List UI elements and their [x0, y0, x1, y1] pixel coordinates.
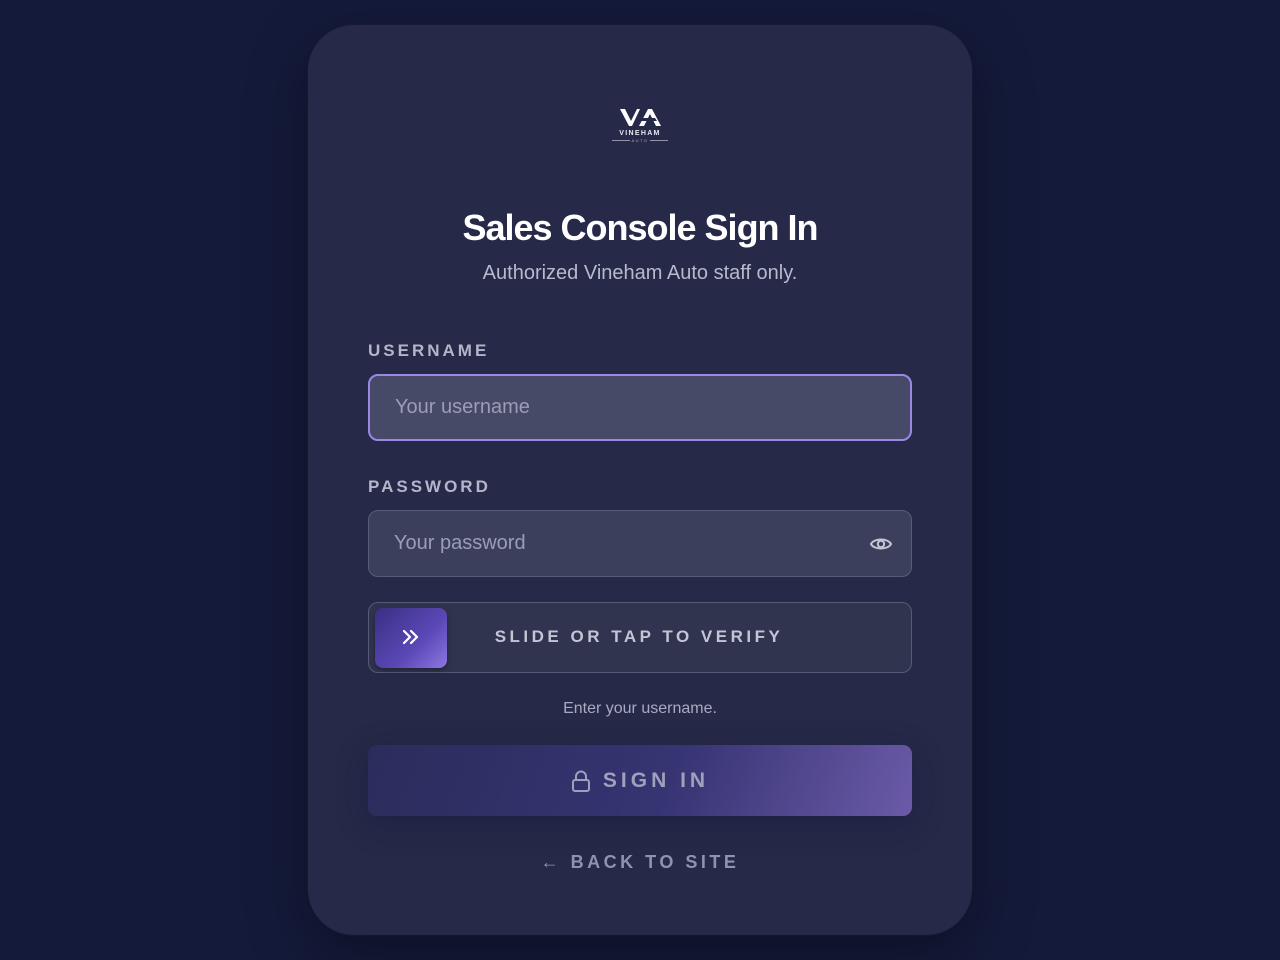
brand-logo: VINEHAM AUTO — [610, 107, 670, 147]
form-hint: Enter your username. — [563, 700, 717, 717]
sign-in-label: SIGN IN — [602, 768, 710, 792]
username-label: USERNAME — [368, 341, 490, 360]
back-to-site-link[interactable]: ← BACK TO SITE — [308, 852, 972, 873]
logo-wordmark: VINEHAM — [619, 130, 661, 137]
page-subtitle: Authorized Vineham Auto staff only. — [482, 262, 798, 284]
eye-icon[interactable] — [869, 533, 893, 555]
verify-slider[interactable]: SLIDE OR TAP TO VERIFY — [368, 602, 912, 673]
password-label: PASSWORD — [368, 477, 491, 496]
page: VINEHAM AUTO Sales Console Sign In Autho… — [0, 0, 1280, 960]
sign-in-button-content: SIGN IN — [368, 745, 912, 816]
login-card: VINEHAM AUTO Sales Console Sign In Autho… — [308, 25, 972, 935]
logo-divider-right — [650, 140, 668, 141]
lock-icon — [571, 770, 590, 792]
verify-slider-handle[interactable] — [375, 608, 447, 668]
username-input[interactable] — [368, 374, 912, 441]
verify-slider-label: SLIDE OR TAP TO VERIFY — [494, 627, 784, 646]
password-input[interactable] — [368, 510, 912, 577]
logo-mark-icon — [620, 109, 661, 126]
sign-in-button[interactable]: SIGN IN — [368, 745, 912, 816]
page-title: Sales Console Sign In — [462, 207, 818, 248]
double-chevron-right-icon — [402, 629, 419, 645]
